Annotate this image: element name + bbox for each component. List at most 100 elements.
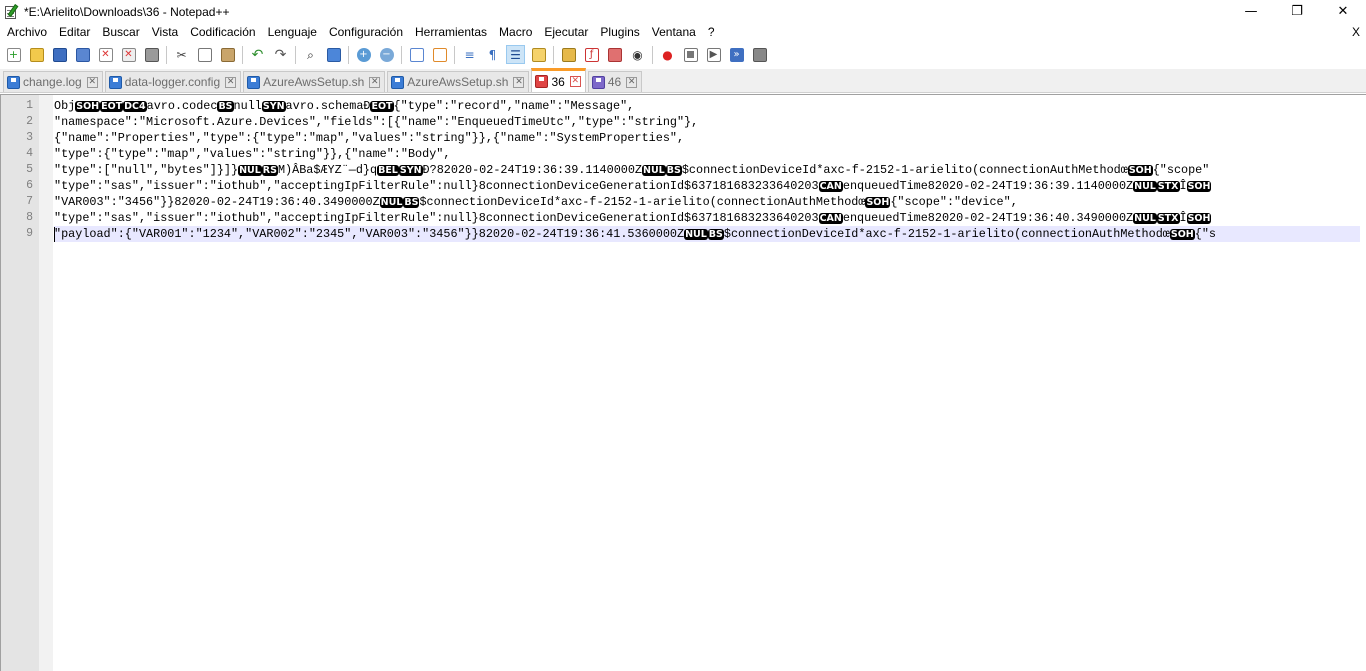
new-file-button[interactable]: +	[4, 45, 23, 64]
code-line[interactable]: "VAR003":"3456"}}82020-02-24T19:36:40.34…	[54, 194, 1018, 210]
code-text: "type":{"type":"map","values":"string"}}…	[54, 147, 451, 161]
stop-record-button[interactable]	[681, 45, 700, 64]
code-text: avro.codec	[146, 99, 218, 113]
minimize-button[interactable]: —	[1228, 0, 1274, 23]
word-wrap-button[interactable]: ≡	[460, 45, 479, 64]
menu-lenguaje[interactable]: Lenguaje	[261, 23, 322, 42]
tab-close-icon[interactable]: ✕	[86, 76, 98, 88]
folder-as-workspace-button[interactable]	[605, 45, 624, 64]
tab-46[interactable]: 46 ✕	[587, 71, 643, 92]
code-text: null	[233, 99, 262, 113]
play-macro-icon: ▶	[706, 47, 721, 62]
editor[interactable]: 1 2 3 4 5 6 7 8 9 ObjSOH EOT DC4avro.codec…	[0, 94, 1366, 671]
control-char-badge: EOT	[370, 101, 394, 112]
save-macro-button[interactable]	[750, 45, 769, 64]
paste-button[interactable]	[218, 45, 237, 64]
tab-data-logger-config[interactable]: data-logger.config ✕	[104, 71, 242, 92]
save-all-button[interactable]	[73, 45, 92, 64]
menu-codificacion[interactable]: Codificación	[183, 23, 260, 42]
fold-margin[interactable]	[39, 95, 53, 671]
close-all-button[interactable]: ✕	[119, 45, 138, 64]
code-text: Î	[1179, 179, 1187, 193]
code-line[interactable]: "type":"sas","issuer":"iothub","acceptin…	[54, 210, 1212, 226]
code-text: "type":"sas","issuer":"iothub","acceptin…	[54, 179, 819, 193]
open-file-button[interactable]	[27, 45, 46, 64]
menu-configuracion[interactable]: Configuración	[322, 23, 408, 42]
menu-help[interactable]: ?	[701, 23, 720, 42]
text-area[interactable]: ObjSOH EOT DC4avro.codecBSnullSYNavro.sche…	[54, 95, 1360, 671]
maximize-button[interactable]: ❐	[1274, 0, 1320, 23]
replace-button[interactable]	[324, 45, 343, 64]
tab-close-icon[interactable]: ✕	[569, 76, 581, 87]
close-all-icon: ✕	[121, 47, 136, 62]
tab-close-icon[interactable]: ✕	[225, 76, 237, 88]
menu-editar[interactable]: Editar	[52, 23, 95, 42]
zoom-out-button[interactable]: −	[377, 45, 396, 64]
run-macro-multiple-button[interactable]: »	[727, 45, 746, 64]
sync-horizontal-button[interactable]	[430, 45, 449, 64]
code-text: Obj	[54, 99, 76, 113]
indent-guide-button[interactable]: ☰	[506, 45, 525, 64]
folder-workspace-button[interactable]: ƒ	[582, 45, 601, 64]
cut-button[interactable]: ✂	[172, 45, 191, 64]
code-line[interactable]: "type":"sas","issuer":"iothub","acceptin…	[54, 178, 1212, 194]
monitoring-button[interactable]: ◉	[628, 45, 647, 64]
control-char-badge: NUL	[684, 229, 708, 240]
menu-buscar[interactable]: Buscar	[95, 23, 144, 42]
readonly-file-icon	[591, 75, 605, 89]
undo-button[interactable]: ↶	[248, 45, 267, 64]
code-line[interactable]: {"name":"Properties","type":{"type":"map…	[54, 130, 684, 146]
tab-close-icon[interactable]: ✕	[513, 76, 525, 88]
tab-label: change.log	[23, 75, 82, 89]
code-line[interactable]: ObjSOH EOT DC4avro.codecBSnullSYNavro.sche…	[54, 98, 634, 114]
menu-ejecutar[interactable]: Ejecutar	[537, 23, 593, 42]
record-macro-button[interactable]: ●	[658, 45, 677, 64]
code-line[interactable]: "namespace":"Microsoft.Azure.Devices","f…	[54, 114, 698, 130]
tab-change-log[interactable]: change.log ✕	[3, 71, 103, 92]
tab-label: data-logger.config	[124, 75, 221, 89]
menu-herramientas[interactable]: Herramientas	[408, 23, 492, 42]
menu-macro[interactable]: Macro	[492, 23, 537, 42]
tab-azure-aws-setup-2[interactable]: AzureAwsSetup.sh ✕	[387, 71, 530, 92]
folder-icon	[607, 47, 622, 62]
menu-plugins[interactable]: Plugins	[593, 23, 644, 42]
close-icon: ✕	[98, 47, 113, 62]
menu-archivo[interactable]: Archivo	[0, 23, 52, 42]
saved-file-icon	[247, 75, 261, 89]
tab-label: 46	[607, 75, 622, 89]
code-line[interactable]: "type":["null","bytes"]}]}NUL RSM)ÂBa$ÆYZ…	[54, 162, 1209, 178]
copy-button[interactable]	[195, 45, 214, 64]
tab-close-icon[interactable]: ✕	[369, 76, 381, 88]
window-title: *E:\Arielito\Downloads\36 - Notepad++	[24, 4, 230, 19]
tab-azure-aws-setup-1[interactable]: AzureAwsSetup.sh ✕	[243, 71, 386, 92]
cut-icon: ✂	[176, 47, 187, 62]
document-map-button[interactable]	[529, 45, 548, 64]
undo-icon: ↶	[251, 46, 264, 63]
function-list-button[interactable]	[559, 45, 578, 64]
tab-close-icon[interactable]: ✕	[626, 76, 638, 88]
save-button[interactable]	[50, 45, 69, 64]
control-char-badge: SOH	[1186, 213, 1212, 224]
code-line[interactable]: "type":{"type":"map","values":"string"}}…	[54, 146, 450, 162]
current-code-line[interactable]: "payload":{"VAR001":"1234","VAR002":"234…	[54, 226, 1360, 242]
menu-vista[interactable]: Vista	[145, 23, 183, 42]
play-macro-button[interactable]: ▶	[704, 45, 723, 64]
close-document-button[interactable]: X	[1352, 23, 1360, 42]
indent-guide-icon: ☰	[510, 47, 521, 62]
zoom-in-button[interactable]: +	[354, 45, 373, 64]
open-file-icon	[29, 47, 44, 62]
line-number: 6	[26, 179, 33, 192]
code-text: {"s	[1194, 227, 1216, 241]
redo-button[interactable]: ↷	[271, 45, 290, 64]
close-doc-button[interactable]: ✕	[96, 45, 115, 64]
code-text: "payload":{"VAR001":"1234","VAR002":"234…	[54, 227, 685, 241]
word-wrap-icon: ≡	[464, 47, 475, 62]
show-all-chars-button[interactable]: ¶	[483, 45, 502, 64]
find-button[interactable]: ⌕	[301, 45, 320, 64]
print-button[interactable]	[142, 45, 161, 64]
close-button[interactable]: ✕	[1320, 0, 1366, 23]
menu-ventana[interactable]: Ventana	[645, 23, 701, 42]
tab-36[interactable]: 36 ✕	[531, 68, 586, 92]
code-text: "namespace":"Microsoft.Azure.Devices","f…	[54, 115, 699, 129]
sync-vertical-button[interactable]	[407, 45, 426, 64]
